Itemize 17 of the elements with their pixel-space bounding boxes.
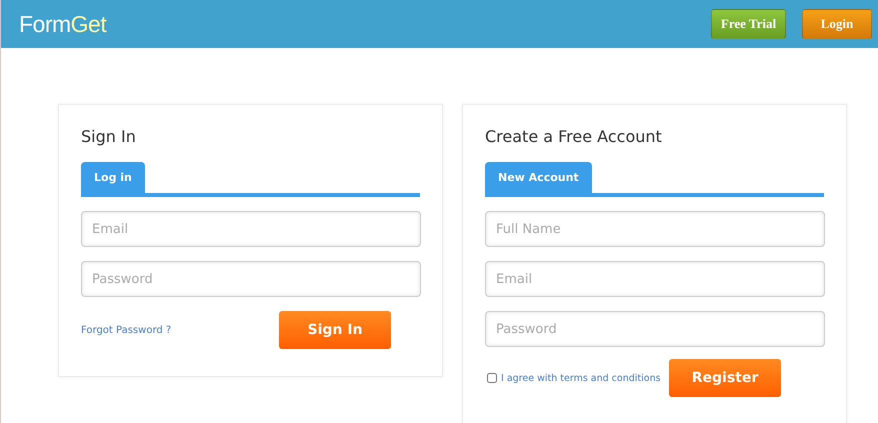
tab[interactable]: Log in — [81, 162, 145, 193]
terms-label: I agree with terms and conditions — [501, 372, 662, 384]
free-trial-button[interactable]: Free Trial — [711, 9, 786, 39]
card-title: Sign In — [81, 127, 137, 148]
input-field[interactable]: Password — [81, 261, 421, 297]
tab[interactable]: New Account — [485, 162, 592, 193]
sign-in-button[interactable]: Sign In — [279, 311, 391, 349]
register-button[interactable]: Register — [669, 359, 781, 397]
login-button[interactable]: Login — [802, 9, 872, 39]
logo: FormGet — [19, 10, 106, 38]
terms-checkbox[interactable] — [487, 373, 497, 383]
input-field[interactable]: Email — [81, 211, 421, 247]
card-title: Create a Free Account — [485, 127, 663, 148]
input-field[interactable]: Full Name — [485, 211, 825, 247]
input-field[interactable]: Password — [485, 311, 825, 347]
input-field[interactable]: Email — [485, 261, 825, 297]
forgot-password-link[interactable]: Forgot Password ? — [81, 324, 279, 336]
